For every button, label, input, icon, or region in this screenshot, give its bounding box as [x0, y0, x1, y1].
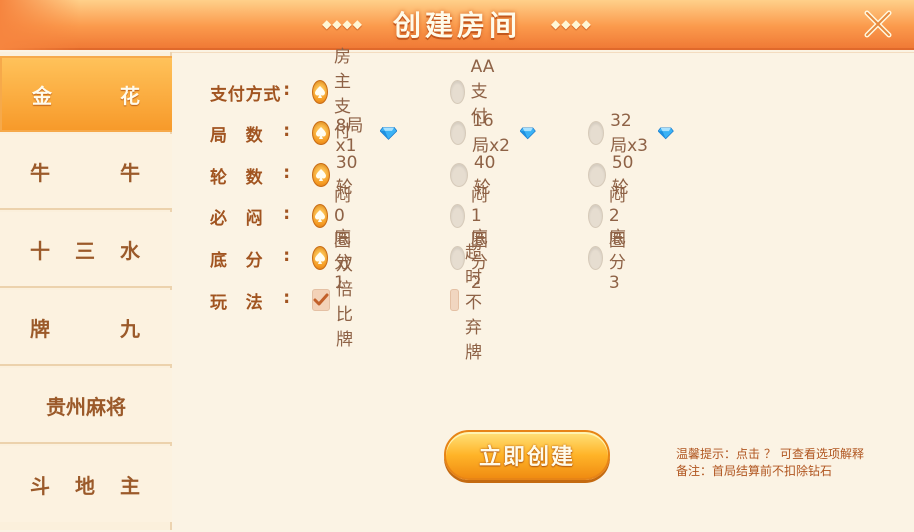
tip-suffix: 可查看选项解释 — [780, 447, 865, 461]
sidebar-item-char: 地 — [75, 473, 95, 498]
sidebar-item-niuniu[interactable]: 牛 牛 — [0, 134, 172, 210]
checkbox-checked-icon — [312, 289, 330, 311]
label-char: 数 — [245, 125, 263, 146]
label-char: 玩 — [210, 292, 227, 313]
label-char: 付 — [227, 84, 245, 105]
sidebar-item-char: 主 — [120, 473, 140, 498]
label-colon: : — [283, 203, 290, 224]
diamond-icon — [520, 127, 536, 140]
option-label-base-score: 底 分 : — [210, 246, 290, 271]
radio-selected-icon — [312, 121, 330, 145]
sidebar-item-char: 金 — [32, 83, 52, 108]
sidebar-item-char: 斗 — [30, 473, 50, 498]
sidebar-item-paijiu[interactable]: 牌 九 — [0, 290, 172, 366]
option-text: 8局x1 — [335, 115, 364, 156]
diamond-icon — [658, 127, 674, 140]
checkmark-icon — [313, 293, 329, 306]
title-ornament-left: ◆◆◆◆ — [322, 17, 363, 31]
sidebar-item-doudizhu[interactable]: 斗 地 主 — [0, 446, 172, 522]
option-label-rounds: 局 数 : — [210, 121, 290, 146]
radio-base-3[interactable]: 底分3 — [588, 223, 635, 293]
tips-text: 温馨提示：点击？ 可查看选项解释 备注：首局结算前不扣除钻石 — [676, 446, 864, 480]
tip-line-2: 备注：首局结算前不扣除钻石 — [676, 464, 833, 478]
sidebar-item-char: 九 — [120, 316, 140, 341]
option-text: 32局x3 — [610, 110, 648, 156]
sidebar-item-char: 牛 — [30, 160, 50, 185]
radio-rounds-32[interactable]: 32局x3 — [588, 111, 674, 156]
checkbox-double-compare[interactable]: 双倍比牌 — [312, 250, 357, 350]
label-char: 轮 — [210, 167, 227, 188]
label-char: 式 — [263, 84, 281, 105]
close-icon — [864, 10, 892, 38]
tip-line-1: 温馨提示：点击？ 可查看选项解释 — [676, 446, 864, 463]
header-title-wrap: ◆◆◆◆ 创建房间 ◆◆◆◆ — [290, 4, 624, 44]
label-char: 数 — [245, 167, 263, 188]
checkbox-timeout-no-fold[interactable]: 超时不弃牌 — [450, 238, 495, 363]
option-label-must-blind: 必 闷 : — [210, 204, 290, 229]
spade-icon — [315, 210, 325, 222]
sidebar-item-char: 花 — [120, 83, 140, 108]
label-colon: : — [283, 287, 290, 308]
sidebar-item-label: 贵州麻将 — [46, 394, 126, 419]
label-colon: : — [283, 120, 290, 141]
spade-icon — [315, 127, 326, 139]
spade-icon — [315, 169, 326, 181]
label-char: 局 — [210, 125, 227, 146]
radio-rounds-16[interactable]: 16局x2 — [450, 111, 536, 156]
create-room-button[interactable]: 立即创建 — [444, 430, 610, 480]
label-char: 法 — [245, 292, 263, 313]
sidebar-item-char: 三 — [75, 238, 95, 263]
option-label-rules: 玩 法 : — [210, 288, 290, 313]
sidebar-item-jinhua[interactable]: 金 花 — [0, 56, 172, 132]
label-char: 必 — [210, 208, 227, 229]
option-text: 超时不弃牌 — [465, 242, 483, 363]
game-type-sidebar: 金 花 牛 牛 十 三 水 牌 九 贵州麻将 斗 地 主 — [0, 52, 172, 530]
sidebar-item-char: 水 — [120, 238, 140, 263]
sidebar-item-char: 牛 — [120, 160, 140, 185]
spade-icon — [315, 86, 325, 98]
label-colon: : — [283, 245, 290, 266]
option-text: 底分3 — [608, 228, 626, 293]
help-question-icon[interactable]: ？ — [764, 447, 776, 461]
checkbox-empty-icon — [450, 289, 460, 311]
radio-empty-icon — [450, 121, 467, 145]
label-colon: : — [283, 162, 290, 183]
radio-selected-icon — [312, 80, 328, 104]
sidebar-item-char: 牌 — [30, 316, 50, 341]
label-char: 闷 — [245, 208, 263, 229]
header-bar: ◆◆◆◆ 创建房间 ◆◆◆◆ — [0, 0, 914, 50]
radio-rounds-8[interactable]: 8局x1 — [312, 111, 397, 156]
sidebar-item-guizhou-mahjong[interactable]: 贵州麻将 — [0, 368, 172, 444]
option-text: 16局x2 — [472, 110, 510, 156]
sidebar-item-shisanshui[interactable]: 十 三 水 — [0, 212, 172, 288]
close-button[interactable] — [856, 4, 900, 44]
option-text: 双倍比牌 — [336, 255, 353, 350]
option-label-turns: 轮 数 : — [210, 163, 290, 188]
radio-empty-icon — [588, 121, 605, 145]
diamond-icon — [379, 126, 397, 140]
tip-prefix: 温馨提示：点击 — [676, 447, 761, 461]
page-title: 创建房间 — [392, 9, 521, 42]
sidebar-item-char: 十 — [30, 238, 50, 263]
option-label-payment: 支 付 方 式 : — [210, 80, 290, 105]
radio-empty-icon — [588, 246, 603, 270]
label-char: 支 — [210, 84, 227, 105]
label-char: 底 — [210, 250, 227, 271]
title-ornament-right: ◆◆◆◆ — [551, 17, 592, 31]
radio-empty-icon — [450, 80, 465, 104]
label-char: 分 — [245, 250, 263, 271]
label-char: 方 — [245, 84, 263, 105]
label-colon: : — [283, 79, 290, 100]
